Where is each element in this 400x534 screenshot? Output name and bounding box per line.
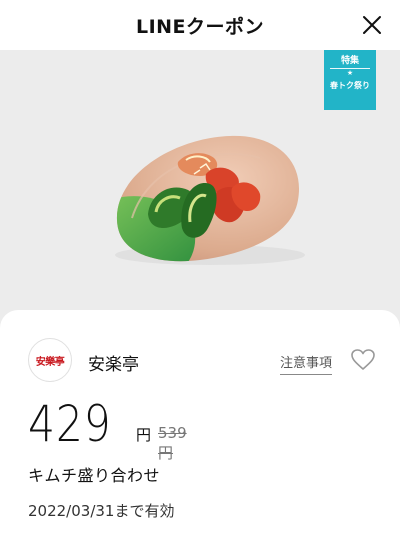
notice-link[interactable]: 注意事項 (280, 352, 333, 375)
price-unit: 円 (136, 426, 152, 444)
favorite-button[interactable] (350, 348, 376, 372)
star-icon: ★ (330, 68, 370, 78)
close-button[interactable] (358, 11, 386, 39)
store-logo: 安樂亭 (28, 338, 72, 382)
coupon-hero-image: 特集 ★ 春トク祭り (0, 50, 400, 325)
badge-campaign-name: 春トク祭り (330, 81, 370, 90)
store-logo-text: 安樂亭 (35, 356, 65, 368)
campaign-badge[interactable]: 特集 ★ 春トク祭り (324, 50, 376, 110)
store-name: 安楽亭 (88, 355, 139, 375)
header-title: LINEクーポン (135, 15, 265, 38)
badge-title: 特集 (340, 56, 359, 66)
expiry-date: 2022/03/31まで有効 (28, 502, 175, 520)
discount-price: 429 (28, 395, 112, 453)
coupon-detail-card: 安樂亭 安楽亭 注意事項 429 円 539円 キムチ盛り合わせ 2022/03… (0, 310, 400, 534)
close-icon (363, 16, 381, 34)
app-header: LINEクーポン (0, 0, 400, 50)
coupon-item-name: キムチ盛り合わせ (28, 466, 161, 485)
original-price: 539円 (158, 424, 187, 462)
heart-icon (351, 349, 375, 370)
